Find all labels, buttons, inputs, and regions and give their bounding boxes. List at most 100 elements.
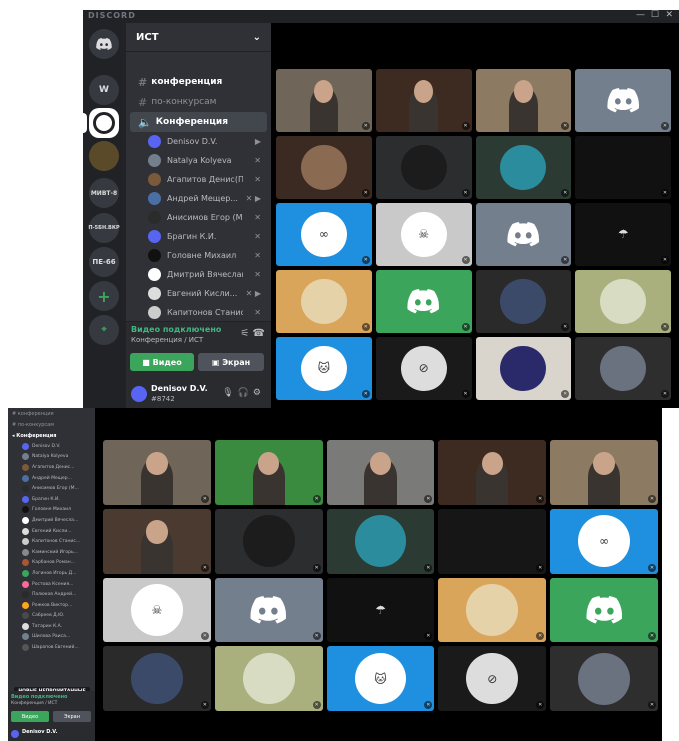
voice-user[interactable]: Капитонов Станис... ✕ (126, 303, 271, 322)
voice-user[interactable]: Брагин К.И. (8, 494, 95, 505)
maximize-button[interactable]: ☐ (651, 10, 659, 20)
voice-user[interactable]: Natalya Kolyeva (8, 452, 95, 463)
avatar[interactable] (131, 386, 147, 402)
video-tile[interactable]: ✕ (103, 440, 211, 505)
add-server-icon[interactable]: + (89, 281, 119, 311)
voice-channel-konferenciya[interactable]: ◂ Конференция (8, 430, 95, 441)
video-tile[interactable]: ✕ (375, 69, 472, 132)
video-tile[interactable]: ☂ ✕ (575, 203, 671, 266)
video-tile[interactable]: ☠ ✕ (103, 577, 211, 643)
headphones-icon[interactable]: 🎧 (238, 388, 253, 398)
server-w[interactable]: W (89, 75, 119, 105)
video-tile[interactable]: 🐱 ✕ (326, 646, 435, 711)
voice-user[interactable]: Агапитов Денис... (8, 462, 95, 473)
user-controls[interactable]: 🎙🎧⚙ (222, 388, 265, 398)
video-button[interactable]: Видео (11, 711, 49, 722)
video-button[interactable]: ■ Видео (130, 353, 194, 371)
server-pe66[interactable]: ПЕ-66 (89, 247, 119, 277)
video-tile[interactable]: ⊘ ✕ (438, 646, 547, 711)
voice-user[interactable]: Рожков Виктор... (8, 600, 95, 611)
voice-user[interactable]: Палюков Андрей... (8, 589, 95, 600)
video-tile[interactable]: ☂ ✕ (326, 577, 435, 643)
video-tile[interactable]: ✕ (575, 270, 671, 333)
video-tile[interactable]: ✕ (475, 203, 572, 266)
video-tile[interactable]: ✕ (326, 508, 435, 574)
mic-icon[interactable]: 🎙 (222, 388, 237, 398)
video-tile[interactable]: ✕ (103, 508, 211, 574)
text-channel-po-konkursam[interactable]: # по-конкурсам (8, 419, 95, 430)
video-tile[interactable]: ✕ (575, 136, 671, 199)
screen-share-button[interactable]: ▣ Экран (198, 353, 264, 371)
explore-servers-icon[interactable]: ⌖ (89, 315, 119, 345)
voice-user[interactable]: Дмитрий Вячеслав... ✕ (126, 265, 271, 284)
video-tile[interactable]: ✕ (103, 646, 211, 711)
video-tile[interactable]: ✕ (475, 337, 572, 400)
voice-user[interactable]: Denisov D.V. (8, 441, 95, 452)
video-tile[interactable]: ✕ (214, 577, 323, 643)
text-channel-konferenciya[interactable]: # конференция (130, 72, 267, 92)
voice-user[interactable]: Дмитрий Вячесла... (8, 515, 95, 526)
video-tile[interactable]: ✕ (575, 69, 671, 132)
voice-user[interactable]: Шарапов Евгений... (8, 642, 95, 653)
voice-user[interactable]: Шилова Раиса... (8, 632, 95, 643)
voice-user[interactable]: Сабреев Д.Ю. (8, 611, 95, 622)
video-tile[interactable]: ✕ (475, 136, 572, 199)
screen-share-button[interactable]: Экран (53, 711, 91, 722)
voice-user[interactable]: Ростова Ксения... (8, 579, 95, 590)
video-tile[interactable]: ✕ (214, 508, 323, 574)
server-ist-active[interactable] (89, 108, 119, 138)
video-tile[interactable]: ∞ ✕ (276, 203, 372, 266)
video-tile[interactable]: ✕ (375, 136, 472, 199)
server-header[interactable]: ИСТ ⌄ (126, 23, 271, 52)
server-image-icon[interactable] (89, 141, 119, 171)
voice-user[interactable]: Евгений Кисли... (8, 526, 95, 537)
video-tile[interactable]: ✕ (375, 270, 472, 333)
video-tile[interactable]: ☠ ✕ (375, 203, 472, 266)
video-tile[interactable]: ✕ (214, 440, 323, 505)
video-tile[interactable]: ✕ (214, 646, 323, 711)
voice-user[interactable]: Андрей Мещер... (8, 473, 95, 484)
voice-user[interactable]: Капитонов Станис... (8, 536, 95, 547)
video-tile[interactable]: 🐱 ✕ (276, 337, 372, 400)
text-channel-po-konkursam[interactable]: # по-конкурсам (130, 92, 267, 112)
video-tile[interactable]: ✕ (276, 69, 372, 132)
disconnect-icon[interactable]: ⚟ ☎ (240, 328, 265, 339)
video-tile[interactable]: ✕ (475, 69, 572, 132)
video-tile[interactable]: ✕ (550, 577, 658, 643)
video-tile[interactable]: ✕ (438, 440, 547, 505)
video-tile[interactable]: ✕ (575, 337, 671, 400)
voice-user[interactable]: Агапитов Денис(П... ✕ (126, 170, 271, 189)
voice-channel-konferenciya[interactable]: 🔈 Конференция (130, 112, 267, 132)
voice-user[interactable]: Denisov D.V. ▶ (126, 132, 271, 151)
server-mivt[interactable]: МИВТ-8 (89, 178, 119, 208)
close-button[interactable]: ✕ (665, 10, 673, 20)
avatar[interactable] (11, 730, 19, 738)
gear-icon[interactable]: ⚙ (253, 388, 265, 398)
voice-user[interactable]: Андрей Мещер... ✕ ▶ (126, 189, 271, 208)
voice-user[interactable]: Логинов Игорь Д... (8, 568, 95, 579)
text-channel-konferenciya[interactable]: # конференция (8, 408, 95, 419)
voice-user[interactable]: Каминский Игорь... (8, 547, 95, 558)
minimize-button[interactable]: — (636, 10, 645, 20)
voice-user[interactable]: Головне Михаил (8, 505, 95, 516)
voice-user[interactable]: Анисимов Егор (М... ✕ (126, 208, 271, 227)
voice-user[interactable]: Карбанов Роман... (8, 558, 95, 569)
video-tile[interactable]: ✕ (438, 508, 547, 574)
voice-user[interactable]: Брагин К.И. ✕ (126, 227, 271, 246)
video-tile[interactable]: ✕ (276, 136, 372, 199)
video-tile[interactable]: ✕ (550, 646, 658, 711)
video-tile[interactable]: ✕ (326, 440, 435, 505)
home-discord-icon[interactable] (89, 29, 119, 59)
voice-user[interactable]: Евгений Кисли... ✕ ▶ (126, 284, 271, 303)
voice-user[interactable]: Natalya Kolyeva ✕ (126, 151, 271, 170)
video-tile[interactable]: ⊘ ✕ (375, 337, 472, 400)
voice-user[interactable]: Головне Михаил ✕ (126, 246, 271, 265)
video-tile[interactable]: ✕ (276, 270, 372, 333)
server-p5bn[interactable]: П-5БН.ВКР (88, 213, 120, 243)
video-tile[interactable]: ✕ (438, 577, 547, 643)
voice-user[interactable]: Татарин К.А. (8, 621, 95, 632)
voice-user[interactable]: Анисимов Егор (М... (8, 483, 95, 494)
video-tile[interactable]: ∞ ✕ (550, 508, 658, 574)
video-tile[interactable]: ✕ (475, 270, 572, 333)
video-tile[interactable]: ✕ (550, 440, 658, 505)
